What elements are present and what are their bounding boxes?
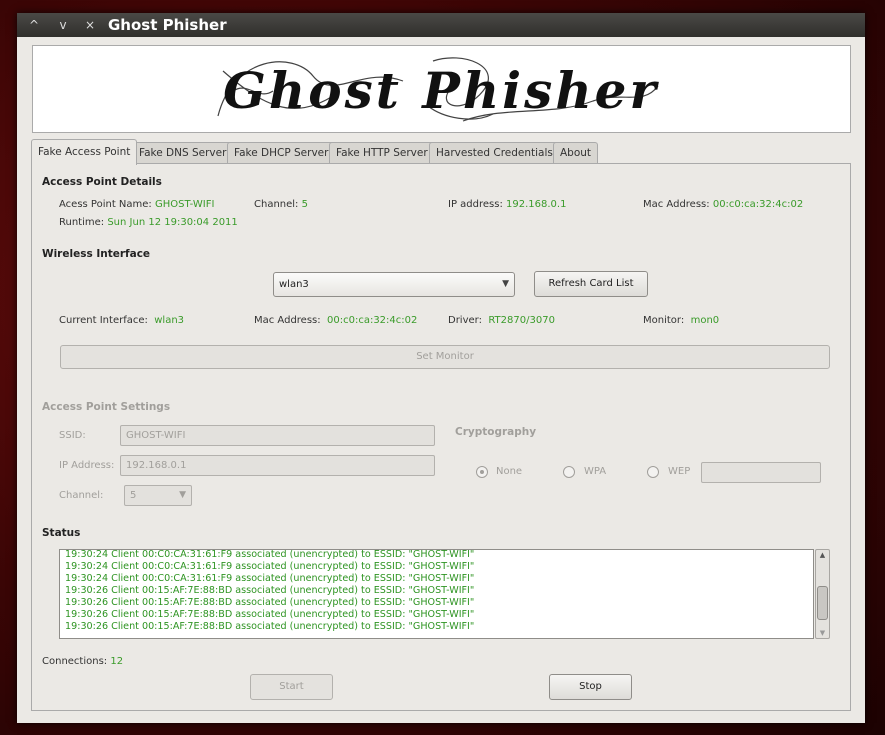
ghost-phisher-logo: Ghost Phisher [217,57,659,122]
interface-select[interactable]: wlan3 ▼ [273,272,515,297]
tab-harvested-credentials[interactable]: Harvested Credentials [429,142,560,164]
ap-ip: IP address: 192.168.0.1 [448,199,567,210]
interface-driver: Driver: RT2870/3070 [448,315,555,326]
ap-channel: Channel: 5 [254,199,308,210]
status-scrollbar[interactable]: ▲ ▼ [815,549,830,639]
tab-fake-http-server[interactable]: Fake HTTP Server [329,142,435,164]
tab-fake-dhcp-server[interactable]: Fake DHCP Server [227,142,336,164]
title-bar[interactable]: ^ v × Ghost Phisher [17,13,865,37]
crypto-wpa-radio[interactable] [563,466,575,478]
interface-mac-value: 00:c0:ca:32:4c:02 [327,315,418,326]
current-interface: Current Interface: wlan3 [59,315,185,326]
tab-fake-access-point[interactable]: Fake Access Point [31,139,138,165]
crypto-none-radio[interactable] [476,466,488,478]
minimize-icon[interactable]: ^ [25,16,43,34]
ip-address-input[interactable]: 192.168.0.1 [120,455,435,476]
crypto-none-label: None [496,466,523,477]
ap-details-heading: Access Point Details [42,176,162,188]
log-line: 19:30:26 Client 00:15:AF:7E:88:BD associ… [65,609,475,620]
ap-mac: Mac Address: 00:c0:ca:32:4c:02 [643,199,804,210]
interface-select-value: wlan3 [279,279,309,290]
close-icon[interactable]: × [81,16,99,34]
ap-runtime: Runtime: Sun Jun 12 19:30:04 2011 [59,217,238,228]
dropdown-arrow-icon: ▼ [179,490,186,500]
connections: Connections: 12 [42,656,124,667]
status-log[interactable]: 19:30:24 Client 00:C0:CA:31:61:F9 associ… [59,549,814,639]
app-window: ^ v × Ghost Phisher Ghost Phisher Fake A… [17,13,865,723]
ssid-input[interactable]: GHOST-WIFI [120,425,435,446]
channel-label: Channel: [59,490,104,501]
ap-channel-value: 5 [301,199,308,210]
log-line: 19:30:26 Client 00:15:AF:7E:88:BD associ… [65,597,475,608]
scroll-up-icon[interactable]: ▲ [816,551,829,559]
channel-select[interactable]: 5 ▼ [124,485,192,506]
channel-select-value: 5 [130,490,137,501]
ssid-label: SSID: [59,430,86,441]
log-line: 19:30:24 Client 00:C0:CA:31:61:F9 associ… [65,561,475,572]
scrollbar-thumb[interactable] [817,586,828,620]
ap-ip-value: 192.168.0.1 [506,199,567,210]
interface-monitor: Monitor: mon0 [643,315,720,326]
logo-text: Ghost Phisher [223,61,659,120]
wireless-interface-heading: Wireless Interface [42,248,151,260]
stop-button[interactable]: Stop [549,674,632,700]
ip-address-label: IP Address: [59,460,115,471]
interface-driver-value: RT2870/3070 [488,315,555,326]
tab-fake-dns-server[interactable]: Fake DNS Server [132,142,234,164]
cryptography-heading: Cryptography [455,426,537,438]
log-line: 19:30:26 Client 00:15:AF:7E:88:BD associ… [65,585,475,596]
start-button[interactable]: Start [250,674,333,700]
tab-about[interactable]: About [553,142,599,164]
interface-mac: Mac Address: 00:c0:ca:32:4c:02 [254,315,418,326]
log-line: 19:30:26 Client 00:15:AF:7E:88:BD associ… [65,621,475,632]
window-title: Ghost Phisher [108,16,227,34]
maximize-icon[interactable]: v [54,16,72,34]
status-heading: Status [42,527,81,539]
crypto-key-input[interactable] [701,462,821,483]
connections-value: 12 [110,656,124,667]
ap-settings-heading: Access Point Settings [42,401,171,413]
refresh-card-list-button[interactable]: Refresh Card List [534,271,648,297]
crypto-wep-label: WEP [668,466,691,477]
fake-access-point-panel: Access Point Details Acess Point Name: G… [31,163,851,711]
ap-runtime-value: Sun Jun 12 19:30:04 2011 [107,217,238,228]
crypto-wpa-label: WPA [584,466,607,477]
crypto-wep-radio[interactable] [647,466,659,478]
ap-name-value: GHOST-WIFI [154,199,215,210]
current-interface-value: wlan3 [154,315,185,326]
interface-monitor-value: mon0 [690,315,720,326]
dropdown-arrow-icon: ▼ [502,279,509,289]
ap-name: Acess Point Name: GHOST-WIFI [59,199,215,210]
set-monitor-button[interactable]: Set Monitor [60,345,830,369]
log-line: 19:30:24 Client 00:C0:CA:31:61:F9 associ… [65,549,475,560]
log-line: 19:30:24 Client 00:C0:CA:31:61:F9 associ… [65,573,475,584]
logo-banner: Ghost Phisher [32,45,851,133]
ap-mac-value: 00:c0:ca:32:4c:02 [712,199,804,210]
scroll-down-icon[interactable]: ▼ [816,629,829,637]
